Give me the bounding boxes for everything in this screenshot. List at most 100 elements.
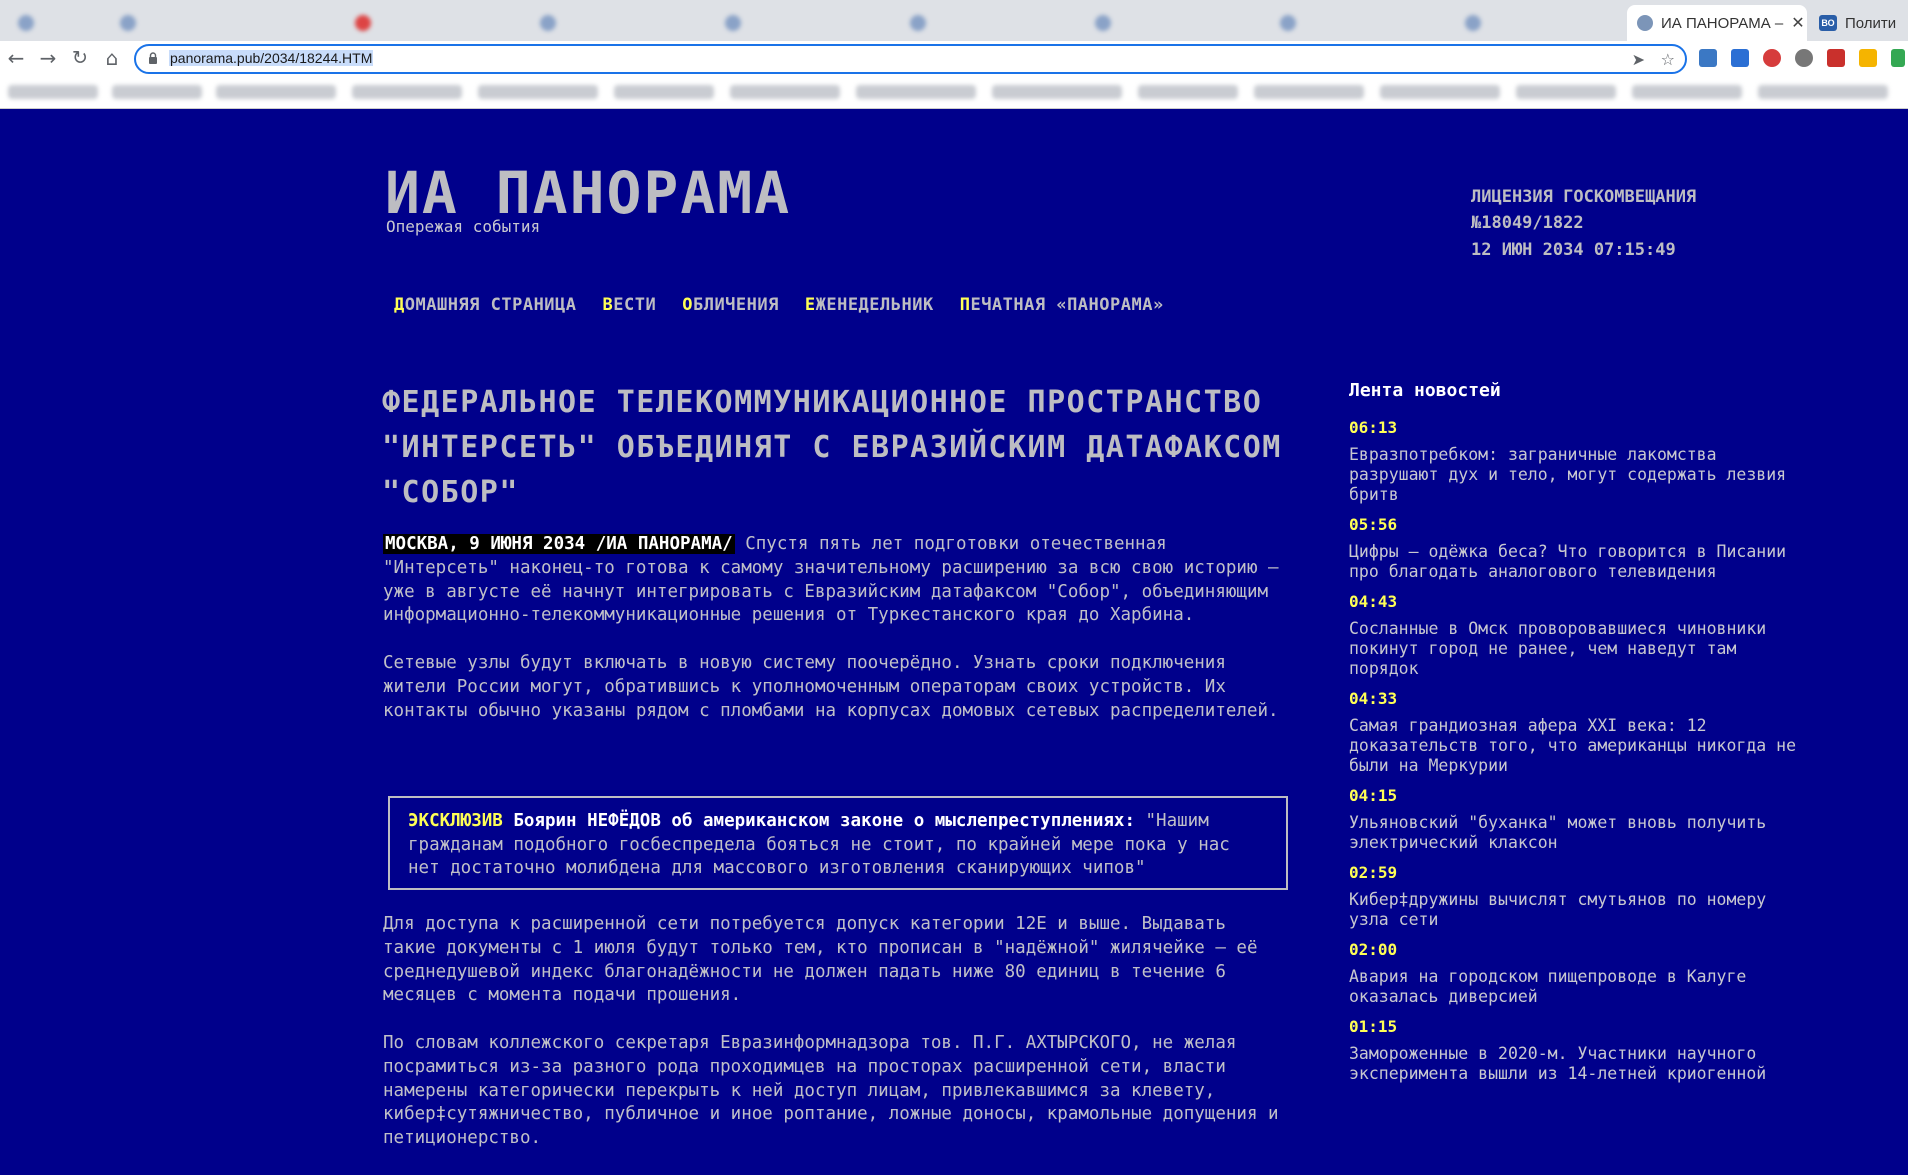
exclusive-tag: ЭКСКЛЮЗИВ bbox=[408, 811, 503, 831]
tab-blurred[interactable] bbox=[1270, 5, 1450, 41]
forward-icon[interactable]: → bbox=[36, 46, 60, 70]
exclusive-subject: Боярин НЕФЁДОВ об американском законе о … bbox=[502, 811, 1135, 831]
tab-active[interactable]: ИА ПАНОРАМА – ✕ bbox=[1627, 5, 1807, 41]
bookmark-item[interactable] bbox=[1632, 85, 1742, 99]
tab-favicon-icon bbox=[910, 15, 926, 31]
main-nav: ДОМАШНЯЯ СТРАНИЦА ВЕСТИ ОБЛИЧЕНИЯ ЕЖЕНЕД… bbox=[394, 295, 1164, 315]
bookmark-item[interactable] bbox=[992, 85, 1122, 99]
bookmark-item[interactable] bbox=[352, 85, 462, 99]
tab-strip: ИА ПАНОРАМА – ✕ ВО Полити bbox=[0, 0, 1908, 41]
tab-blurred[interactable] bbox=[530, 5, 710, 41]
address-bar[interactable]: panorama.pub/2034/18244.HTM ➤ ☆ bbox=[134, 44, 1687, 74]
news-link[interactable]: Ульяновский "буханка" может вновь получи… bbox=[1349, 813, 1809, 853]
bookmark-item[interactable] bbox=[614, 85, 714, 99]
news-feed-item: 02:59 Кибер‡дружины вычислят смутьянов п… bbox=[1349, 862, 1809, 930]
tab-blurred[interactable] bbox=[900, 5, 1080, 41]
nav-label: БЛИЧЕНИЯ bbox=[692, 295, 779, 315]
nav-label: ЕСТИ bbox=[613, 295, 657, 315]
tab-blurred[interactable] bbox=[345, 5, 525, 41]
nav-home[interactable]: ДОМАШНЯЯ СТРАНИЦА bbox=[394, 295, 577, 315]
tab-blurred[interactable] bbox=[715, 5, 895, 41]
news-feed-item: 06:13 Евразпотребком: заграничные лакомс… bbox=[1349, 417, 1809, 505]
bookmark-item[interactable] bbox=[1516, 85, 1616, 99]
article-paragraph: Сетевые узлы будут включать в новую сист… bbox=[383, 652, 1279, 721]
tab-blurred[interactable] bbox=[8, 5, 108, 41]
news-link[interactable]: Самая грандиозная афера XXI века: 12 док… bbox=[1349, 716, 1809, 776]
extension-icon[interactable] bbox=[1699, 49, 1717, 67]
news-feed-title: Лента новостей bbox=[1349, 380, 1501, 401]
article-dateline: МОСКВА, 9 ИЮНЯ 2034 /ИА ПАНОРАМА/ bbox=[383, 534, 735, 554]
tab-title: Полити bbox=[1845, 14, 1897, 32]
nav-exposes[interactable]: ОБЛИЧЕНИЯ bbox=[682, 295, 779, 315]
bookmark-item[interactable] bbox=[856, 85, 976, 99]
nav-news[interactable]: ВЕСТИ bbox=[603, 295, 657, 315]
bookmark-item[interactable] bbox=[216, 85, 336, 99]
news-time: 06:13 bbox=[1349, 418, 1398, 437]
nav-label: ЕЧАТНАЯ «ПАНОРАМА» bbox=[970, 295, 1164, 315]
close-tab-icon[interactable]: ✕ bbox=[1783, 13, 1804, 33]
nav-label: ЖЕНЕДЕЛЬНИК bbox=[815, 295, 934, 315]
url-text[interactable]: panorama.pub/2034/18244.HTM bbox=[169, 50, 374, 66]
bookmark-item[interactable] bbox=[8, 85, 98, 99]
tab-blurred[interactable] bbox=[110, 5, 340, 41]
tab-favicon-icon bbox=[540, 15, 556, 31]
drive-extension-icon[interactable] bbox=[1859, 49, 1877, 67]
news-link[interactable]: Кибер‡дружины вычислят смутьянов по номе… bbox=[1349, 890, 1809, 930]
bookmark-item[interactable] bbox=[1138, 85, 1238, 99]
article-body: МОСКВА, 9 ИЮНЯ 2034 /ИА ПАНОРАМА/ Спустя… bbox=[383, 533, 1289, 747]
news-feed-item: 04:43 Сосланные в Омск проворовавшиеся ч… bbox=[1349, 591, 1809, 679]
article-body-continued: Для доступа к расширенной сети потребует… bbox=[383, 913, 1289, 1175]
translate-extension-icon[interactable] bbox=[1731, 49, 1749, 67]
extension-icon[interactable] bbox=[1827, 49, 1845, 67]
article-paragraph: Для доступа к расширенной сети потребует… bbox=[383, 914, 1258, 1006]
article-paragraph: МОСКВА, 9 ИЮНЯ 2034 /ИА ПАНОРАМА/ Спустя… bbox=[383, 533, 1289, 628]
globe-icon bbox=[1637, 15, 1653, 31]
news-link[interactable]: Сосланные в Омск проворовавшиеся чиновни… bbox=[1349, 619, 1809, 679]
browser-chrome: ИА ПАНОРАМА – ✕ ВО Полити ← → ↻ ⌂ panora… bbox=[0, 0, 1908, 109]
news-time: 02:59 bbox=[1349, 863, 1398, 882]
bookmark-item[interactable] bbox=[1758, 85, 1888, 99]
send-icon[interactable]: ➤ bbox=[1632, 50, 1645, 69]
tab-blurred[interactable] bbox=[1455, 5, 1625, 41]
bookmark-item[interactable] bbox=[730, 85, 840, 99]
news-link[interactable]: Цифры – одёжка беса? Что говорится в Пис… bbox=[1349, 542, 1809, 582]
news-link[interactable]: Замороженные в 2020-м. Участники научног… bbox=[1349, 1044, 1809, 1084]
bookmark-star-icon[interactable]: ☆ bbox=[1661, 50, 1675, 69]
back-icon[interactable]: ← bbox=[4, 46, 28, 70]
news-link[interactable]: Авария на городском пищепроводе в Калуге… bbox=[1349, 967, 1809, 1007]
news-time: 04:15 bbox=[1349, 786, 1398, 805]
tab-favicon-icon bbox=[18, 15, 34, 31]
news-feed: Лента новостей 06:13 Евразпотребком: заг… bbox=[1349, 380, 1809, 1093]
extension-icon[interactable] bbox=[1795, 49, 1813, 67]
news-link[interactable]: Евразпотребком: заграничные лакомства ра… bbox=[1349, 445, 1809, 505]
tab-favicon-icon bbox=[1280, 15, 1296, 31]
bookmark-item[interactable] bbox=[1254, 85, 1364, 99]
nav-accent-letter: Д bbox=[394, 295, 405, 315]
reload-icon[interactable]: ↻ bbox=[68, 46, 92, 70]
news-time: 04:43 bbox=[1349, 592, 1398, 611]
exclusive-callout[interactable]: ЭКСКЛЮЗИВ Боярин НЕФЁДОВ об американском… bbox=[388, 796, 1288, 890]
license-number: №18049/1822 bbox=[1471, 213, 1584, 233]
home-icon[interactable]: ⌂ bbox=[100, 46, 124, 70]
nav-accent-letter: В bbox=[602, 295, 614, 315]
tab-politics[interactable]: ВО Полити bbox=[1809, 5, 1908, 41]
nav-weekly[interactable]: ЕЖЕНЕДЕЛЬНИК bbox=[805, 295, 934, 315]
vo-favicon-icon: ВО bbox=[1819, 15, 1837, 31]
bookmark-item[interactable] bbox=[112, 85, 202, 99]
extension-icon[interactable] bbox=[1891, 49, 1905, 67]
site-tagline: Опережая события bbox=[386, 217, 541, 236]
tab-blurred[interactable] bbox=[1085, 5, 1265, 41]
nav-label: ОМАШНЯЯ СТРАНИЦА bbox=[404, 295, 577, 315]
adblock-extension-icon[interactable] bbox=[1763, 49, 1781, 67]
current-datetime: 12 ИЮН 2034 07:15:49 bbox=[1471, 240, 1676, 260]
tab-favicon-icon bbox=[120, 15, 136, 31]
news-feed-item: 02:00 Авария на городском пищепроводе в … bbox=[1349, 939, 1809, 1007]
site-title[interactable]: ИА ПАНОРАМА bbox=[385, 161, 791, 225]
news-feed-item: 04:15 Ульяновский "буханка" может вновь … bbox=[1349, 785, 1809, 853]
nav-print[interactable]: ПЕЧАТНАЯ «ПАНОРАМА» bbox=[960, 295, 1164, 315]
news-feed-item: 01:15 Замороженные в 2020-м. Участники н… bbox=[1349, 1016, 1809, 1084]
bookmark-item[interactable] bbox=[1380, 85, 1500, 99]
bookmark-item[interactable] bbox=[478, 85, 598, 99]
license-line: ЛИЦЕНЗИЯ ГОСКОМВЕЩАНИЯ bbox=[1471, 187, 1697, 207]
news-feed-item: 04:33 Самая грандиозная афера XXI века: … bbox=[1349, 688, 1809, 776]
